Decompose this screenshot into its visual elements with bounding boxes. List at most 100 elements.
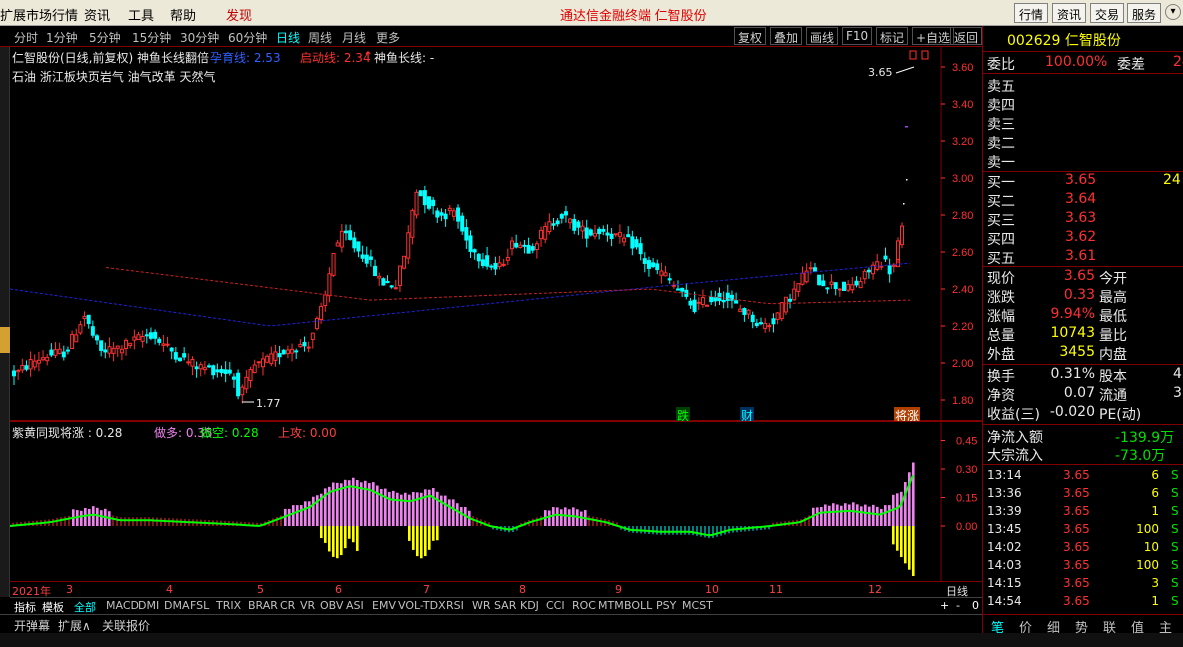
- period-tab-1min[interactable]: 1分钟: [46, 29, 78, 46]
- indicator-chart[interactable]: 0.45 0.30 0.15 0.00 紫黄同现将涨 : 0.28 做多: 0.35 …: [9, 421, 982, 581]
- tab-psy[interactable]: PSY: [656, 599, 676, 612]
- date-label: 8: [519, 583, 526, 596]
- zoom-out-button[interactable]: -: [956, 599, 960, 612]
- period-tab-5min[interactable]: 5分钟: [89, 29, 121, 46]
- menu-info[interactable]: 资讯: [84, 5, 110, 24]
- flow-value: -73.0万: [1115, 448, 1166, 464]
- long-bar: [84, 507, 87, 526]
- long-bar: [352, 477, 355, 526]
- tab-cci[interactable]: CCI: [546, 599, 565, 612]
- tab-mcst[interactable]: MCST: [682, 599, 713, 612]
- menu-bar: 扩展市场行情 资讯 工具 帮助 发现 通达信金融终端 仁智股份 行情 资讯 交易…: [0, 0, 1183, 26]
- quote-tab[interactable]: 价: [1019, 617, 1032, 636]
- candle-body: [522, 244, 527, 247]
- candle-body: [223, 369, 228, 374]
- tick-row: 14:02 3.65 10 S: [983, 540, 1183, 558]
- quote-tab[interactable]: 细: [1047, 617, 1060, 636]
- danmaku-button[interactable]: 开弹幕: [14, 617, 50, 634]
- dot-mark: [906, 179, 908, 181]
- news-button[interactable]: 资讯: [1052, 3, 1087, 23]
- candle-body: [161, 343, 166, 346]
- candle-body: [178, 357, 182, 362]
- expand-arrow-icon[interactable]: [0, 327, 10, 353]
- quote-tab[interactable]: 值: [1131, 617, 1144, 636]
- zoom-in-button[interactable]: +: [940, 599, 949, 612]
- quote-tab[interactable]: 势: [1075, 617, 1088, 636]
- order-label: 卖四: [987, 98, 1015, 114]
- mark-button[interactable]: 标记: [876, 27, 909, 45]
- tab-wr[interactable]: WR: [472, 599, 491, 612]
- tab-macd[interactable]: MACD: [106, 599, 139, 612]
- tab-sar[interactable]: SAR: [494, 599, 516, 612]
- candle-body: [771, 318, 776, 325]
- tab-cr[interactable]: CR: [280, 599, 295, 612]
- f10-button[interactable]: F10: [842, 27, 873, 45]
- tab-roc[interactable]: ROC: [572, 599, 596, 612]
- tab-boll[interactable]: BOLL: [624, 599, 652, 612]
- long-bar: [440, 495, 443, 526]
- back-button[interactable]: 返回: [950, 27, 982, 45]
- indicator-title: 紫黄同现将涨 : 0.28: [12, 426, 123, 440]
- zoom-reset-button[interactable]: 0: [972, 599, 979, 612]
- tab-kdj[interactable]: KDJ: [520, 599, 539, 612]
- period-tab-more[interactable]: 更多: [376, 29, 400, 46]
- tab-emv[interactable]: EMV: [372, 599, 396, 612]
- tab-mtm[interactable]: MTM: [598, 599, 624, 612]
- menu-help[interactable]: 帮助: [170, 5, 196, 24]
- period-tab-30min[interactable]: 30分钟: [180, 29, 219, 46]
- tab-trix[interactable]: TRIX: [216, 599, 241, 612]
- trade-button[interactable]: 交易: [1090, 3, 1125, 23]
- menu-tools[interactable]: 工具: [128, 5, 154, 24]
- long-bar: [88, 508, 91, 526]
- minimize-icon[interactable]: ▾: [1165, 4, 1181, 20]
- add-watchlist-button[interactable]: +自选: [912, 27, 955, 45]
- adjust-button[interactable]: 复权: [734, 27, 767, 45]
- menu-discover[interactable]: 发现: [226, 5, 252, 24]
- candle-body: [734, 300, 739, 304]
- overlay-button[interactable]: 叠加: [770, 27, 803, 45]
- market-button[interactable]: 行情: [1014, 3, 1049, 23]
- period-tab-daily[interactable]: 日线: [276, 29, 300, 46]
- stat-value: 10743: [1050, 325, 1095, 341]
- quote-tab[interactable]: 主: [1159, 617, 1172, 636]
- candle-body: [489, 265, 494, 268]
- quote-tab[interactable]: 笔: [991, 617, 1004, 636]
- indicator-background: [10, 421, 982, 581]
- period-tab-15min[interactable]: 15分钟: [132, 29, 171, 46]
- weicha-value: 24: [1173, 54, 1183, 70]
- extend-button[interactable]: 扩展∧: [58, 617, 91, 634]
- tab-dma[interactable]: DMA: [164, 599, 190, 612]
- candle-body: [57, 348, 62, 354]
- period-tab-weekly[interactable]: 周线: [308, 29, 332, 46]
- short-bar: [424, 526, 427, 557]
- quote-tab[interactable]: 联: [1103, 617, 1116, 636]
- tab-asi[interactable]: ASI: [346, 599, 364, 612]
- related-quote-button[interactable]: 关联报价: [102, 617, 150, 634]
- candle-body: [792, 288, 797, 301]
- tab-vol-tdx[interactable]: VOL-TDX: [398, 599, 446, 612]
- menu-extended-market[interactable]: 扩展市场行情: [0, 5, 78, 24]
- draw-line-button[interactable]: 画线: [806, 27, 839, 45]
- long-bar: [288, 508, 291, 526]
- candle-body: [451, 210, 456, 217]
- service-button[interactable]: 服务: [1127, 3, 1162, 23]
- tab-indicator[interactable]: 指标: [14, 599, 36, 615]
- quote-panel-tabs: 笔价细势联值主: [983, 614, 1183, 636]
- candle-body: [555, 220, 560, 225]
- tab-fsl[interactable]: FSL: [190, 599, 209, 612]
- period-tab-timeshare[interactable]: 分时: [14, 29, 38, 46]
- tab-obv[interactable]: OBV: [320, 599, 343, 612]
- candle-body: [294, 350, 299, 353]
- period-tab-monthly[interactable]: 月线: [342, 29, 366, 46]
- candle-body: [725, 292, 730, 301]
- tab-brar[interactable]: BRAR: [248, 599, 278, 612]
- tab-template[interactable]: 模板: [42, 599, 64, 615]
- candle-body: [90, 326, 95, 336]
- candlestick-chart[interactable]: 3.60 3.40 3.20 3.00 2.80 2.60 2.40 2.20 2.00 1.80…: [9, 47, 982, 424]
- tab-rsi[interactable]: RSI: [446, 599, 464, 612]
- tab-all[interactable]: 全部: [74, 599, 96, 615]
- period-tab-60min[interactable]: 60分钟: [228, 29, 267, 46]
- tab-vr[interactable]: VR: [300, 599, 315, 612]
- long-bar: [80, 510, 83, 526]
- tab-dmi[interactable]: DMI: [138, 599, 159, 612]
